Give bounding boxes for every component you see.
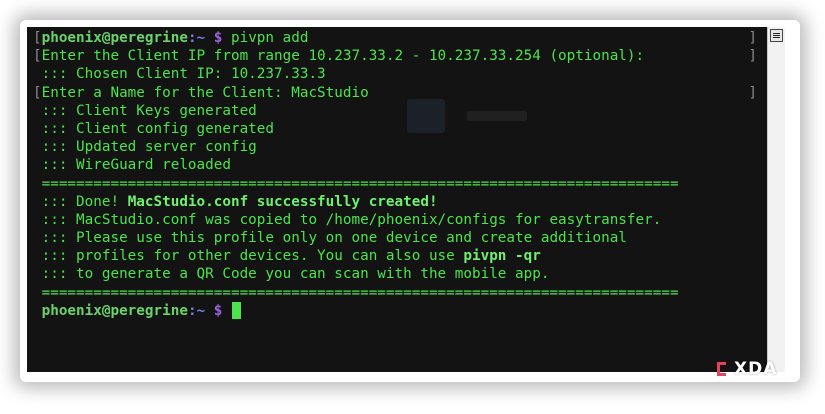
separator-line: ========================================… — [33, 284, 679, 301]
xda-logo-icon — [717, 361, 731, 377]
prompt-bracket-right: ] — [748, 30, 757, 46]
output-line-reload: ::: WireGuard reloaded — [33, 157, 231, 174]
output-line-done: ::: Done! MacStudio.conf successfully cr… — [33, 193, 438, 210]
prompt-bracket: [ — [33, 30, 42, 46]
output-line-profile-1: ::: Please use this profile only on one … — [33, 230, 627, 247]
output-line-copied: ::: MacStudio.conf was copied to /home/p… — [33, 211, 662, 228]
prompt-bracket-right: ] — [748, 48, 757, 65]
done-message: MacStudio.conf successfully created! — [127, 193, 438, 210]
terminal-window[interactable]: [phoenix@peregrine:~ $ pivpn add] [Enter… — [27, 27, 767, 372]
watermark-text: XDA — [734, 359, 778, 379]
menu-icon-bar — [773, 35, 780, 36]
prompt-line-current[interactable]: phoenix@peregrine:~ $ — [33, 301, 761, 320]
text-cursor — [231, 301, 241, 319]
menu-icon-bar — [773, 33, 780, 34]
prompt-symbol: $ — [213, 302, 223, 319]
scrollbar-menu-button[interactable] — [770, 29, 783, 42]
pivpn-qr-command: pivpn -qr — [463, 248, 541, 265]
output-line-chosen-ip: ::: Chosen Client IP: 10.237.33.3 — [33, 66, 326, 83]
output-line-config: ::: Client config generated — [33, 120, 275, 137]
output-line-server: ::: Updated server config — [33, 139, 257, 156]
vertical-scrollbar[interactable] — [767, 27, 785, 372]
output-line-name-prompt: [Enter a Name for the Client: MacStudio] — [33, 84, 757, 101]
separator-line: ========================================… — [33, 175, 679, 192]
terminal-output: [phoenix@peregrine:~ $ pivpn add] [Enter… — [33, 29, 761, 320]
command-text: pivpn add — [222, 30, 309, 46]
prompt-path: :~ — [187, 30, 206, 46]
output-line-profile-2: ::: profiles for other devices. You can … — [33, 248, 541, 265]
output-line-keys: ::: Client Keys generated — [33, 102, 257, 119]
prompt-path: :~ — [187, 302, 206, 319]
xda-watermark: XDA — [717, 358, 777, 380]
prompt-bracket: [ — [33, 48, 42, 65]
prompt-user: phoenix@peregrine — [41, 30, 188, 46]
prompt-bracket: [ — [33, 84, 42, 101]
prompt-user: phoenix@peregrine — [41, 302, 188, 319]
prompt-bracket-right: ] — [748, 84, 757, 101]
output-line-ip-range: [Enter the Client IP from range 10.237.3… — [33, 48, 757, 65]
prompt-line-command: [phoenix@peregrine:~ $ pivpn add] — [33, 29, 761, 47]
menu-icon-bar — [773, 37, 780, 38]
output-line-qr: ::: to generate a QR Code you can scan w… — [33, 266, 550, 283]
